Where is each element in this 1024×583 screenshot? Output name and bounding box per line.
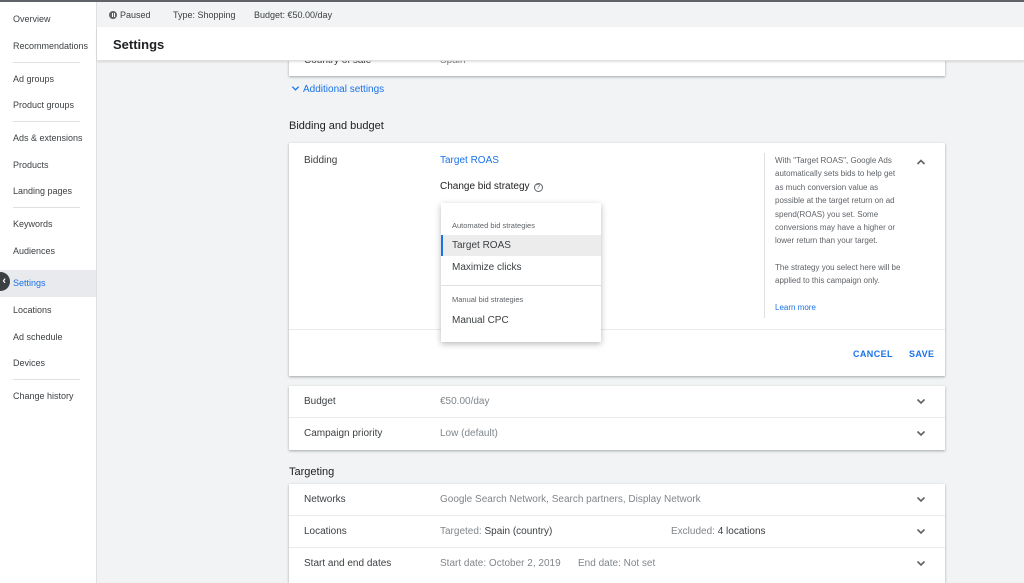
sidebar-divider: [13, 379, 80, 380]
campaign-status-bar: Paused Type: Shopping Budget: €50.00/day: [97, 2, 1024, 27]
bidding-card: Bidding Target ROAS Change bid strategy?…: [289, 143, 945, 376]
campaign-priority-row[interactable]: Campaign priority Low (default): [289, 418, 945, 450]
bidding-help-panel: With "Target ROAS", Google Ads automatic…: [775, 154, 905, 314]
sidebar-item-ad-schedule[interactable]: Ad schedule: [0, 324, 96, 350]
start-end-dates-row[interactable]: Start and end dates Start date: October …: [289, 548, 945, 580]
start-end-dates-label: Start and end dates: [304, 558, 392, 569]
networks-row[interactable]: Networks Google Search Network, Search p…: [289, 484, 945, 516]
help-icon[interactable]: ?: [533, 183, 543, 192]
locations-targeted: Targeted: Spain (country): [440, 526, 552, 537]
section-title-bidding-budget: Bidding and budget: [289, 120, 384, 132]
pause-icon: [109, 11, 117, 19]
section-title-targeting: Targeting: [289, 466, 335, 478]
bidding-footer-divider: [289, 329, 945, 330]
sidebar-item-ad-groups[interactable]: Ad groups: [0, 66, 96, 92]
budget-value: €50.00/day: [440, 396, 490, 407]
excluded-prefix: Excluded:: [671, 526, 715, 537]
chevron-down-icon[interactable]: [915, 427, 927, 439]
sidebar-item-overview[interactable]: Overview: [0, 6, 96, 32]
chevron-down-icon: [291, 86, 300, 91]
campaign-priority-value: Low (default): [440, 428, 498, 439]
save-button[interactable]: SAVE: [909, 349, 934, 359]
chevron-down-icon[interactable]: [915, 557, 927, 569]
sidebar-divider: [13, 121, 80, 122]
page-title: Settings: [113, 37, 165, 52]
sidebar-item-devices[interactable]: Devices: [0, 350, 96, 376]
budget-row[interactable]: Budget €50.00/day: [289, 386, 945, 418]
locations-label: Locations: [304, 526, 347, 537]
targeted-value: Spain (country): [484, 526, 553, 537]
page-header: Settings: [97, 27, 1024, 61]
sidebar-item-change-history[interactable]: Change history: [0, 383, 96, 409]
chevron-down-icon[interactable]: [915, 395, 927, 407]
sidebar-item-recommendations[interactable]: Recommendations: [0, 33, 96, 59]
sidebar-divider: [13, 207, 80, 208]
sidebar-divider: [13, 62, 80, 63]
status-label: Paused: [120, 10, 151, 20]
locations-excluded: Excluded: 4 locations: [671, 526, 766, 537]
budget-card: Budget €50.00/day Campaign priority Low …: [289, 386, 945, 450]
chevron-down-icon[interactable]: [915, 525, 927, 537]
additional-settings-label: Additional settings: [303, 84, 385, 95]
bidding-label: Bidding: [304, 155, 338, 166]
dropdown-group-manual: Manual bid strategies: [452, 295, 524, 304]
campaign-priority-label: Campaign priority: [304, 428, 383, 439]
sidebar-item-locations[interactable]: Locations: [0, 297, 96, 323]
locations-row[interactable]: Locations Targeted: Spain (country) Excl…: [289, 516, 945, 548]
end-date: End date: Not set: [578, 558, 656, 569]
start-date: Start date: October 2, 2019: [440, 558, 561, 569]
bidding-help-text: With "Target ROAS", Google Ads automatic…: [775, 156, 896, 246]
sidebar-item-products[interactable]: Products: [0, 152, 96, 178]
excluded-value: 4 locations: [717, 526, 766, 537]
networks-value: Google Search Network, Search partners, …: [440, 494, 701, 505]
dropdown-divider: [441, 285, 601, 286]
additional-settings-link[interactable]: Additional settings: [291, 84, 384, 95]
bidding-divider: [764, 153, 765, 318]
change-bid-strategy-text: Change bid strategy: [440, 181, 530, 192]
sidebar-item-audiences[interactable]: Audiences: [0, 238, 96, 264]
dropdown-group-automated: Automated bid strategies: [452, 221, 535, 230]
sidebar-item-keywords[interactable]: Keywords: [0, 211, 96, 237]
status-paused[interactable]: Paused: [109, 10, 151, 20]
sidebar-item-settings[interactable]: Settings: [0, 270, 96, 297]
cancel-button[interactable]: CANCEL: [853, 349, 893, 359]
bidding-help-note: The strategy you select here will be app…: [775, 262, 901, 286]
bid-strategy-dropdown: Automated bid strategies Target ROAS Max…: [441, 203, 601, 342]
sidebar-item-landing-pages[interactable]: Landing pages: [0, 178, 96, 204]
campaign-budget: Budget: €50.00/day: [254, 10, 333, 20]
chevron-down-icon[interactable]: [915, 493, 927, 505]
dropdown-option-manual-cpc[interactable]: Manual CPC: [441, 310, 601, 331]
sidebar-item-ads-extensions[interactable]: Ads & extensions: [0, 125, 96, 151]
targeting-card: Networks Google Search Network, Search p…: [289, 484, 945, 583]
dropdown-option-target-roas[interactable]: Target ROAS: [441, 235, 601, 256]
sidebar-nav: Overview Recommendations Ad groups Produ…: [0, 2, 97, 583]
budget-label: Budget: [304, 396, 336, 407]
targeted-prefix: Targeted:: [440, 526, 482, 537]
networks-label: Networks: [304, 494, 346, 505]
bid-strategy-link[interactable]: Target ROAS: [440, 155, 499, 166]
dropdown-option-maximize-clicks[interactable]: Maximize clicks: [441, 257, 601, 278]
campaign-type: Type: Shopping: [173, 10, 236, 20]
change-bid-strategy-label: Change bid strategy?: [440, 181, 543, 192]
chevron-up-icon[interactable]: [915, 155, 927, 167]
learn-more-link[interactable]: Learn more: [775, 303, 816, 312]
sidebar-item-product-groups[interactable]: Product groups: [0, 92, 96, 118]
